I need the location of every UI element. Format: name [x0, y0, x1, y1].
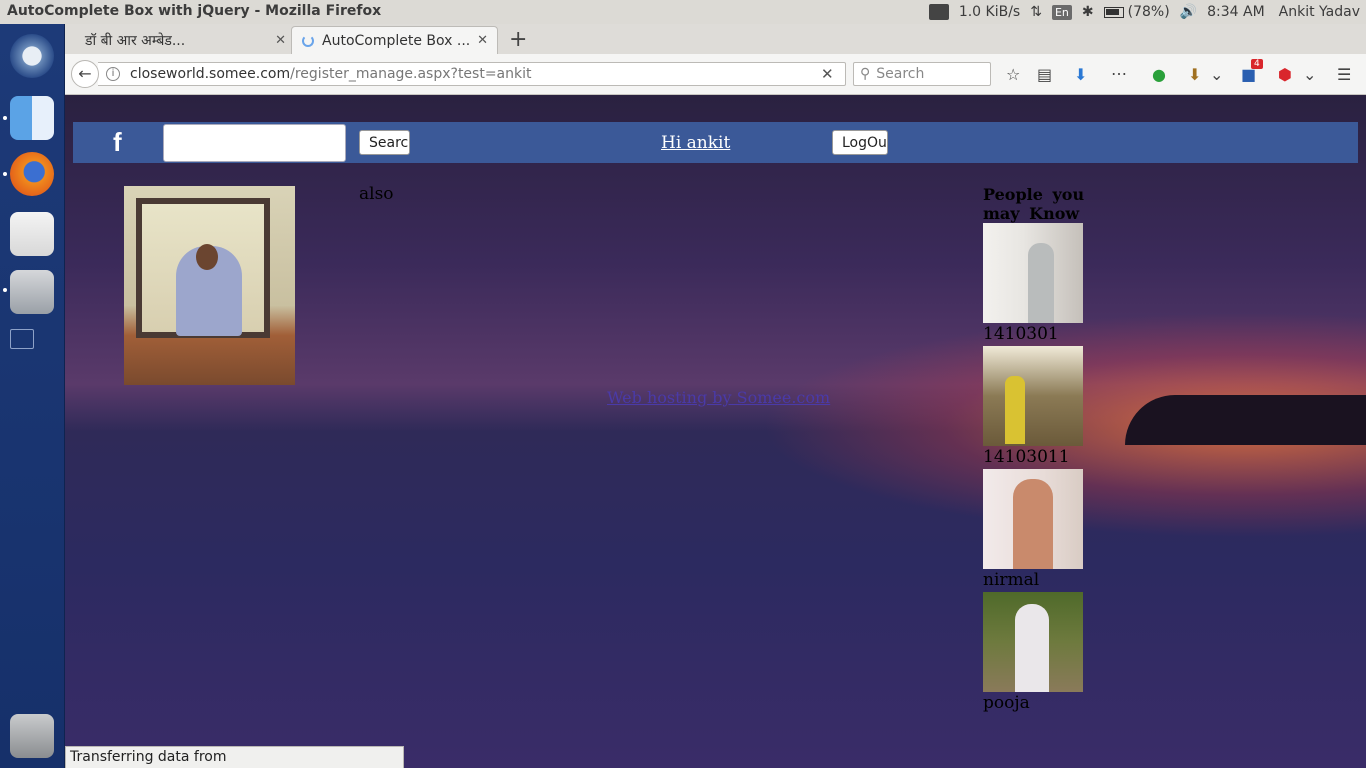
also-text: also: [359, 184, 394, 204]
loading-icon: [302, 34, 314, 47]
tab-bar: डॉ बी आर अम्बेड... ✕ AutoComplete Box ..…: [65, 24, 1366, 54]
tab-autocomplete[interactable]: AutoComplete Box ... ✕: [291, 26, 498, 54]
search-button[interactable]: Search: [359, 130, 410, 155]
battery-percent: (78%): [1127, 4, 1170, 20]
search-placeholder: Search: [876, 66, 925, 82]
notification-badge: 4: [1251, 59, 1263, 69]
profile-photo: [124, 186, 295, 385]
clock[interactable]: 8:34 AM: [1207, 4, 1265, 20]
url-host: closeworld.somee.com: [130, 66, 291, 82]
workspace-switcher-icon[interactable]: [10, 329, 34, 349]
person-name: nirmal: [983, 570, 1040, 590]
search-bar[interactable]: ⚲ Search: [853, 62, 991, 86]
search-input[interactable]: [163, 124, 346, 162]
tab-label: AutoComplete Box ...: [322, 32, 471, 49]
network-icon: [928, 4, 949, 20]
running-dot: [3, 116, 7, 120]
status-bar: Transferring data from closeworld.somee.…: [65, 746, 404, 768]
back-button[interactable]: ←: [71, 60, 99, 88]
person-head: [196, 244, 218, 270]
person-name: 1410301: [983, 324, 1059, 344]
list-item[interactable]: pooja: [983, 592, 1113, 715]
running-dot: [3, 288, 7, 292]
reading-list-icon[interactable]: ▤: [1037, 65, 1052, 84]
logout-button[interactable]: LogOut: [832, 130, 888, 155]
network-indicator[interactable]: [928, 4, 949, 20]
person-thumbnail[interactable]: [983, 469, 1083, 569]
greeting-link[interactable]: Hi ankit: [661, 133, 730, 153]
url-path: /register_manage.aspx?test=ankit: [290, 66, 532, 82]
user-name: Ankit Yadav: [1278, 4, 1360, 20]
volume-icon[interactable]: 🔊: [1180, 4, 1197, 20]
chevron-down-icon[interactable]: ⌄: [1303, 65, 1316, 84]
person-thumbnail[interactable]: [983, 346, 1083, 446]
list-item[interactable]: 14103011: [983, 346, 1113, 469]
people-title: People you may Know: [983, 185, 1085, 223]
extension-download-icon[interactable]: ⬇: [1188, 65, 1201, 84]
extension-icon[interactable]: ●: [1152, 65, 1166, 84]
person-name: 14103011: [983, 447, 1070, 467]
battery-indicator[interactable]: (78%): [1103, 4, 1170, 20]
bookmark-star-icon[interactable]: ☆: [1006, 65, 1020, 84]
firefox-icon[interactable]: [10, 152, 54, 196]
facebook-logo[interactable]: f: [113, 127, 141, 157]
person-name: pooja: [983, 693, 1030, 713]
bluetooth-icon[interactable]: ✱: [1082, 4, 1094, 20]
download-icon[interactable]: ⬇: [1074, 65, 1087, 84]
person-thumbnail[interactable]: [983, 223, 1083, 323]
site-header: f Search Hi ankit LogOut: [73, 122, 1358, 163]
tab-ambedkar[interactable]: डॉ बी आर अम्बेड... ✕: [75, 26, 295, 54]
top-panel: AutoComplete Box with jQuery - Mozilla F…: [0, 0, 1366, 24]
people-you-may-know: People you may Know 1410301 14103011 nir…: [983, 185, 1113, 715]
tab-label: डॉ बी आर अम्बेड...: [85, 32, 186, 49]
adblock-icon[interactable]: ⬢: [1278, 65, 1292, 84]
person-thumbnail[interactable]: [983, 592, 1083, 692]
background-island: [1125, 395, 1366, 445]
list-item[interactable]: nirmal: [983, 469, 1113, 592]
battery-icon: [1103, 6, 1124, 18]
page-content: f Search Hi ankit LogOut also Web hostin…: [65, 95, 1366, 768]
text-editor-icon[interactable]: [10, 212, 54, 256]
window-title: AutoComplete Box with jQuery - Mozilla F…: [7, 3, 382, 19]
launcher: [0, 24, 65, 768]
finder-icon[interactable]: [10, 96, 54, 140]
close-icon[interactable]: ✕: [477, 33, 488, 48]
trash-icon[interactable]: [10, 714, 54, 758]
indicator-area: 1.0 KiB/s ⇅ En ✱ (78%) 🔊 8:34 AM Ankit Y…: [928, 0, 1360, 24]
ubuntu-icon[interactable]: [10, 34, 54, 78]
running-dot: [3, 172, 7, 176]
transfer-icon[interactable]: ⇅: [1030, 4, 1042, 20]
new-tab-icon[interactable]: +: [509, 27, 527, 52]
network-speed: 1.0 KiB/s: [958, 4, 1021, 20]
keyboard-language[interactable]: En: [1051, 4, 1072, 20]
url-bar[interactable]: i closeworld.somee.com /register_manage.…: [98, 62, 846, 86]
overflow-icon[interactable]: …: [1111, 60, 1127, 79]
user-menu[interactable]: Ankit Yadav: [1275, 4, 1360, 20]
list-item[interactable]: 1410301: [983, 223, 1113, 346]
hosting-link[interactable]: Web hosting by Somee.com: [607, 388, 830, 407]
disk-icon[interactable]: [10, 270, 54, 314]
search-icon: ⚲: [860, 66, 871, 82]
clear-icon[interactable]: ✕: [821, 65, 834, 83]
info-icon[interactable]: i: [106, 67, 120, 81]
menu-icon[interactable]: ☰: [1337, 65, 1351, 84]
nav-bar: i closeworld.somee.com /register_manage.…: [65, 54, 1366, 95]
close-icon[interactable]: ✕: [275, 33, 286, 48]
chevron-down-icon[interactable]: ⌄: [1210, 65, 1223, 84]
